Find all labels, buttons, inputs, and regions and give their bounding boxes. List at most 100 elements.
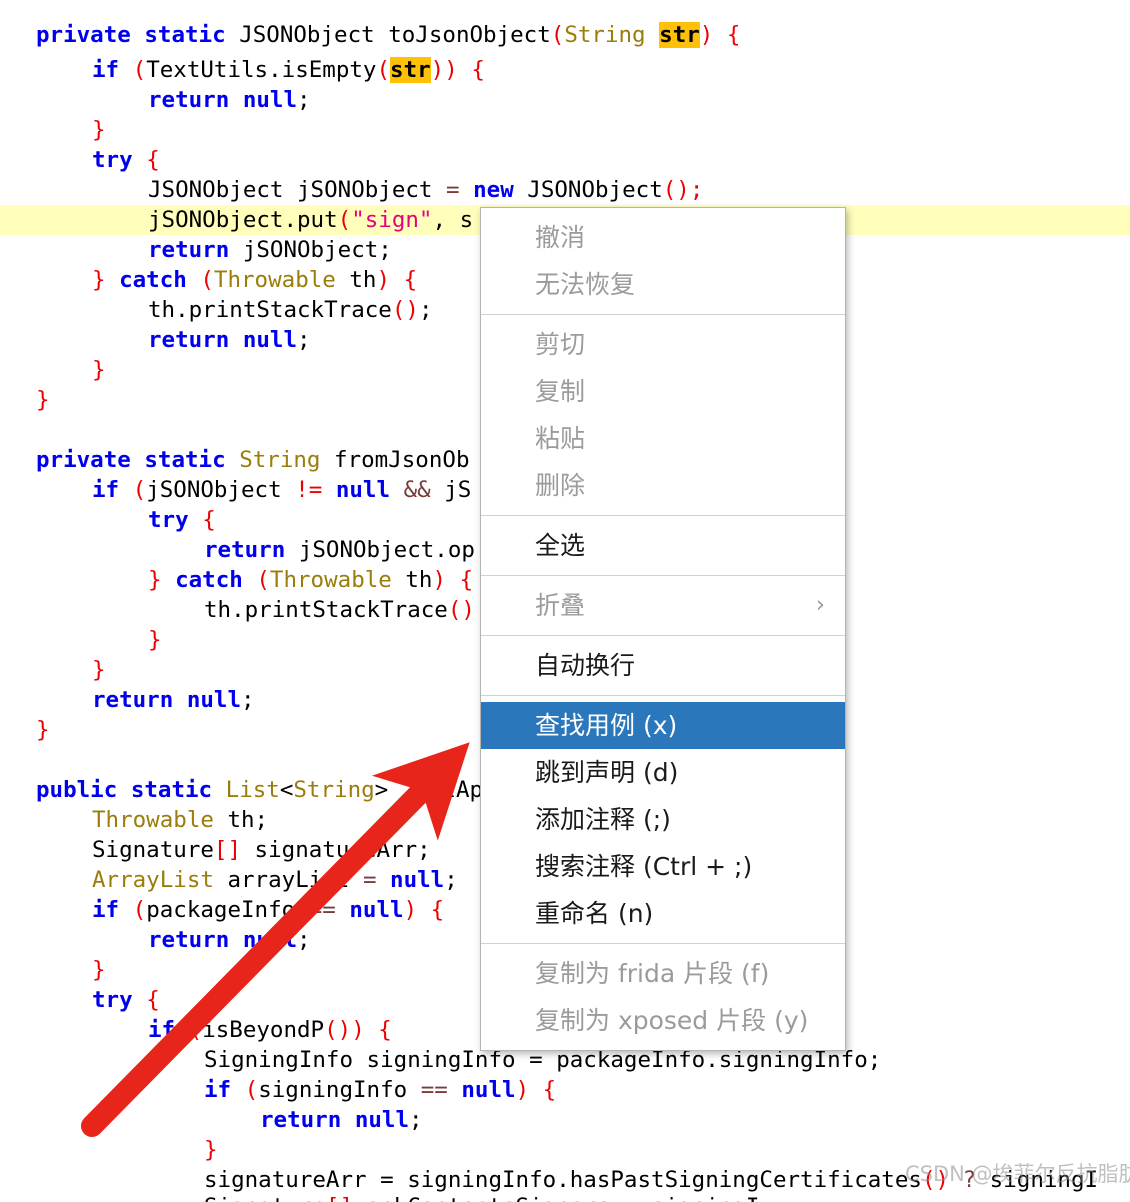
menu-item[interactable]: 添加注释 (;) [481, 796, 845, 843]
menu-item[interactable]: 搜索注释 (Ctrl + ;) [481, 843, 845, 890]
menu-item[interactable]: 查找用例 (x) [481, 702, 845, 749]
code-token: th.printStackTrace [148, 297, 392, 323]
code-token: = [446, 177, 460, 203]
code-token: ? [962, 1167, 977, 1193]
code-token: ()) [324, 1017, 365, 1043]
code-token: Throwable [92, 807, 214, 833]
code-token: private [36, 447, 131, 473]
code-line[interactable]: try { [0, 145, 1130, 175]
menu-item-label: 全选 [535, 531, 586, 560]
code-token: () [391, 297, 419, 323]
code-token: { [146, 147, 160, 173]
code-token: if [92, 897, 120, 923]
menu-item-label: 剪切 [535, 330, 586, 359]
code-token: > [374, 777, 389, 803]
code-line[interactable]: JSONObject jSONObject = new JSONObject()… [0, 175, 1130, 205]
menu-item[interactable]: 重命名 (n) [481, 890, 845, 937]
code-token: "sign" [351, 207, 433, 233]
menu-item[interactable]: 全选 [481, 522, 845, 569]
code-token: ) [376, 267, 391, 293]
code-token: } [92, 357, 106, 383]
menu-separator [481, 943, 845, 944]
code-token: return [260, 1107, 342, 1133]
code-token: String [293, 777, 375, 803]
context-menu[interactable]: 撤消 无法恢复 剪切 复制 粘贴 删除 全选 折叠 › 自动换行 查找用例 (x) 跳到声明 (d) 添… [480, 207, 846, 1051]
code-token: jSONObject; [242, 237, 392, 263]
menu-item-label: 折叠 [535, 591, 586, 620]
menu-item-label: 粘贴 [535, 424, 586, 453]
menu-separator [481, 635, 845, 636]
code-token: JSONObject jSONObject [148, 177, 447, 203]
menu-item-label: 重命名 (n) [535, 899, 654, 928]
code-token: null [242, 327, 298, 353]
code-token: ( [376, 57, 391, 83]
menu-group: 剪切复制粘贴删除 [481, 321, 845, 509]
menu-group: 撤消 无法恢复 [481, 214, 845, 308]
code-line[interactable]: if (TextUtils.isEmpty(str)) { [0, 55, 1130, 85]
code-line[interactable]: signatureArr = signingInfo.hasPastSignin… [0, 1165, 1130, 1195]
code-token: { [430, 897, 445, 923]
code-token: [] [326, 1194, 353, 1202]
menu-item: 复制为 xposed 片段 (y) [481, 997, 845, 1044]
code-token: { [542, 1077, 557, 1103]
code-token: JSONObject [527, 177, 663, 203]
code-line[interactable]: return null; [0, 1105, 1130, 1135]
code-token: } [36, 717, 50, 743]
code-token: ) [699, 22, 714, 48]
code-token: { [202, 507, 216, 533]
code-token: } [36, 387, 50, 413]
code-line[interactable]: private static JSONObject toJsonObject(S… [0, 20, 1130, 50]
code-line[interactable]: } [0, 115, 1130, 145]
code-token: ArrayList [92, 867, 214, 893]
code-line[interactable]: if (signingInfo == null) { [0, 1075, 1130, 1105]
menu-item: 复制 [481, 368, 845, 415]
code-token: JSONObject [239, 22, 375, 48]
code-line[interactable]: } [0, 1135, 1130, 1165]
menu-item-label: 删除 [535, 471, 586, 500]
code-token: if [148, 1017, 176, 1043]
menu-separator [481, 314, 845, 315]
menu-item: 粘贴 [481, 415, 845, 462]
code-token: private [36, 22, 131, 48]
menu-item-label: 复制为 frida 片段 (f) [535, 959, 770, 988]
code-token: ( [256, 567, 270, 593]
code-token: ) [432, 567, 447, 593]
menu-item-label: 自动换行 [535, 651, 636, 680]
code-token: List [225, 777, 280, 803]
menu-item[interactable]: 跳到声明 (d) [481, 749, 845, 796]
code-token: Signature [92, 837, 214, 863]
code-token: ; [297, 327, 311, 353]
code-token: signingInfo [258, 1077, 421, 1103]
menu-item[interactable]: 自动换行 [481, 642, 845, 689]
code-token: ( [200, 267, 214, 293]
code-token: ( [132, 57, 147, 83]
menu-separator [481, 575, 845, 576]
code-token: { [726, 22, 741, 48]
code-token: return [92, 687, 174, 713]
code-token: static [144, 447, 226, 473]
menu-item: 删除 [481, 462, 845, 509]
code-line[interactable]: return null; [0, 85, 1130, 115]
menu-item: 复制为 frida 片段 (f) [481, 950, 845, 997]
code-token: (); [662, 177, 704, 203]
code-line[interactable]: Signature[] apkContentsSigners = signing… [0, 1192, 1130, 1202]
